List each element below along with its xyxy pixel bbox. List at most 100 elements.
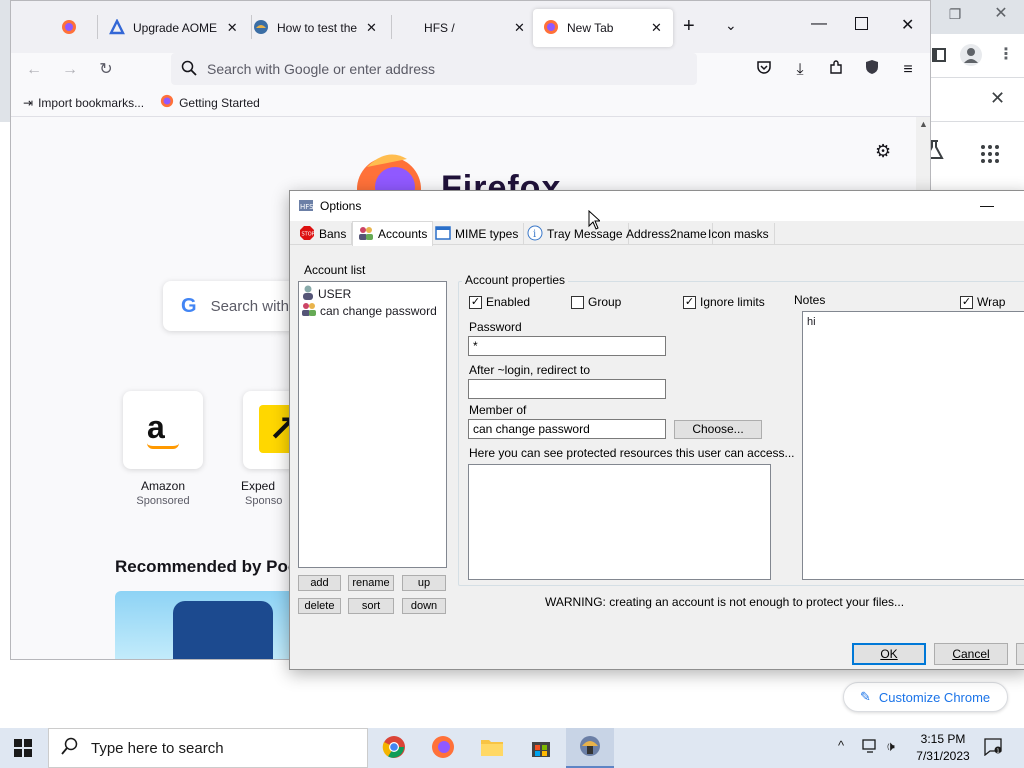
windows-taskbar: Type here to search ^ 🕩 3:15 PM 7/31/202… [0,728,1024,768]
windows-start-icon[interactable] [14,739,32,760]
restore-icon[interactable]: ❐ [940,0,970,28]
list-all-tabs-chevron-icon[interactable]: ⌄ [725,17,737,34]
protected-resources-label: Here you can see protected resources thi… [469,446,795,460]
protected-resources-list[interactable] [468,464,771,580]
profile-avatar[interactable] [960,44,982,66]
warning-message: WARNING: creating an account is not enou… [545,595,905,609]
checkbox-label: Wrap [977,295,1006,309]
tab-firefox[interactable] [51,9,95,47]
hamburger-menu-icon[interactable]: ≡ [897,59,919,81]
address-bar[interactable]: Search with Google or enter address [171,53,697,85]
ok-button[interactable]: OK [852,643,926,665]
tab-icon-masks[interactable]: Icon masks [703,223,775,245]
checkbox-label: Enabled [486,295,531,309]
ublock-shield-icon[interactable] [861,59,883,81]
close-tab-icon[interactable]: ✕ [225,20,239,36]
tab-address2name[interactable]: Address2name [621,223,713,245]
close-tab-icon[interactable]: ✕ [513,20,526,36]
redirect-label: After ~login, redirect to [469,363,591,377]
maximize-icon[interactable] [855,17,868,30]
member-of-label: Member of [469,403,527,417]
downloads-icon[interactable]: ⤓ [789,59,811,81]
ignore-limits-checkbox[interactable]: ✓ Ignore limits [683,295,765,309]
taskbar-hfs[interactable] [566,728,614,768]
pocket-icon[interactable] [753,59,775,81]
close-icon[interactable]: ✕ [986,0,1016,28]
account-listbox[interactable]: USER can change password [298,281,447,568]
taskbar-search-box[interactable]: Type here to search [48,728,368,768]
extensions-icon[interactable] [825,59,847,81]
shortcut-tile-amazon[interactable]: a [123,391,203,469]
tab-hfs[interactable]: HFS / ✕ [391,9,536,47]
close-icon[interactable]: ✕ [901,15,914,35]
folder-icon [480,737,504,760]
users-icon [358,225,374,244]
taskbar-file-explorer[interactable] [468,728,516,768]
dialog-title-bar[interactable]: HFS Options [290,191,1024,221]
dialog-tab-strip: STOP Bans Accounts MIME types i Tray Mes… [290,221,1024,246]
forward-arrow-icon[interactable]: → [59,59,81,81]
tab-mime-types[interactable]: MIME types [430,223,525,245]
show-hidden-icons-chevron-icon[interactable]: ^ [838,738,844,753]
apps-grid-icon[interactable] [980,144,1000,167]
svg-text:HFS: HFS [300,203,314,211]
vaseline-jar-image [173,601,273,659]
close-icon[interactable]: ✕ [990,88,1005,109]
help-button-partial[interactable] [1016,643,1024,665]
bookmark-getting-started[interactable]: Getting Started [160,94,260,111]
notification-center-icon[interactable]: 1 [984,738,1002,759]
new-tab-plus-icon[interactable]: + [683,15,695,38]
gear-icon[interactable]: ⚙ [875,141,891,162]
move-down-button[interactable]: down [402,598,446,614]
taskbar-firefox[interactable] [419,728,467,768]
notes-textarea[interactable]: hi [802,311,1024,580]
redirect-field[interactable] [468,379,666,399]
bookmark-import[interactable]: ⇥ Import bookmarks... [23,96,144,110]
cancel-button[interactable]: Cancel [934,643,1008,665]
tab-accounts[interactable]: Accounts [352,221,434,246]
checkbox-box: ✓ [683,295,696,309]
tab-upgrade-aomei[interactable]: Upgrade AOMEI ✕ [99,9,249,47]
svg-text:STOP: STOP [302,231,315,237]
delete-account-button[interactable]: delete [298,598,341,614]
account-list-item-group[interactable]: can change password [301,301,437,320]
chrome-menu-icon[interactable]: ⋮ [998,44,1014,64]
close-tab-icon[interactable]: ✕ [365,20,378,36]
member-of-field[interactable]: can change password [468,419,666,439]
sort-accounts-button[interactable]: sort [348,598,394,614]
minimize-icon[interactable]: — [811,15,827,33]
bookmarks-toolbar: ⇥ Import bookmarks... Getting Started [11,89,930,117]
network-icon[interactable] [862,738,880,757]
notes-label: Notes [794,293,826,307]
group-checkbox[interactable]: Group [571,295,621,309]
side-panel-icon[interactable] [932,48,946,62]
firefox-icon [431,735,455,762]
wrap-checkbox[interactable]: ✓ Wrap [960,295,1005,309]
enabled-checkbox[interactable]: ✓ Enabled [469,295,530,309]
volume-icon[interactable]: 🕩 [886,738,895,755]
move-up-button[interactable]: up [402,575,446,591]
scroll-up-arrow-icon[interactable]: ▲ [919,119,928,129]
taskbar-clock[interactable]: 3:15 PM 7/31/2023 [908,731,978,765]
recommended-story-image[interactable] [115,591,295,659]
close-tab-icon[interactable]: ✕ [650,20,663,36]
tab-new-tab[interactable]: New Tab ✕ [533,9,673,47]
mouse-cursor-icon [588,209,602,233]
password-field[interactable]: * [468,336,666,356]
choose-groups-button[interactable]: Choose... [674,420,762,439]
dialog-title: Options [320,199,362,213]
checkbox-label: Group [588,295,622,309]
tab-how-to-test[interactable]: How to test the ✕ [243,9,388,47]
back-arrow-icon[interactable]: ← [23,59,45,81]
customize-chrome-button[interactable]: ✎ Customize Chrome [843,682,1008,712]
checkbox-box [571,295,584,309]
add-account-button[interactable]: add [298,575,341,591]
taskbar-chrome[interactable] [370,728,418,768]
taskbar-microsoft-store[interactable] [517,728,565,768]
amazon-smile-icon [147,443,179,449]
rename-account-button[interactable]: rename [348,575,394,591]
tab-bans[interactable]: STOP Bans [294,223,353,245]
tab-tray-message[interactable]: i Tray Message [522,223,629,245]
minimize-icon[interactable]: — [972,193,1002,219]
reload-icon[interactable]: ↻ [95,59,117,81]
